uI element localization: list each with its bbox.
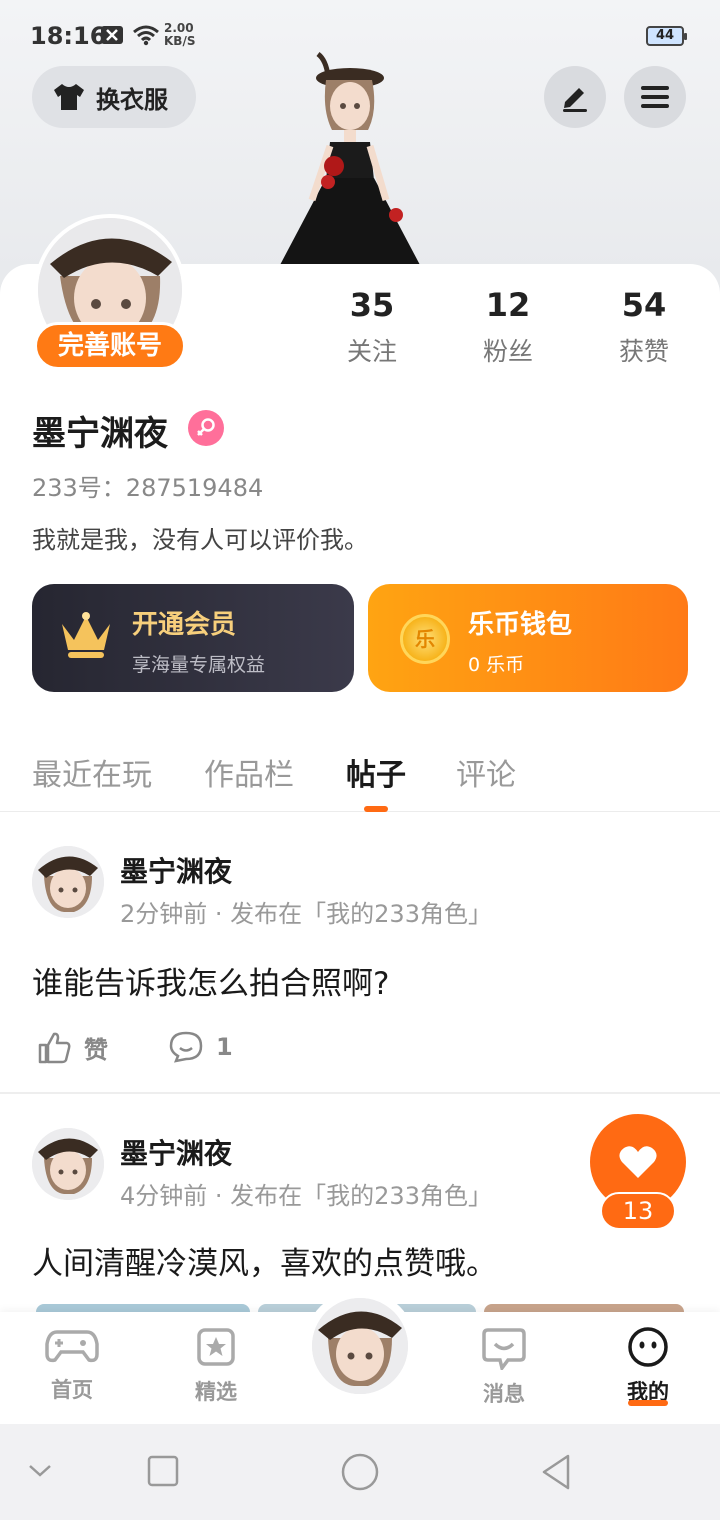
net-speed-unit: KB/S [164,34,196,48]
message-icon [482,1328,526,1372]
chevron-down-icon[interactable] [26,1460,54,1480]
avatar-character [280,52,420,265]
tab-posts[interactable]: 帖子 [346,750,406,794]
nav-me[interactable]: 我的 [598,1326,698,1406]
female-icon [188,410,224,446]
post-meta: 2分钟前 · 发布在「我的233角色」 [120,900,492,928]
recents-icon[interactable] [146,1454,180,1488]
center-avatar-image [312,1298,408,1394]
stat-likes[interactable]: 54 获赞 [574,286,714,368]
profile-stats: 35 关注 12 粉丝 54 获赞 [300,286,720,376]
thumbs-up-icon [38,1032,71,1063]
post-text: 谁能告诉我怎么拍合照啊? [32,966,390,1002]
nav-featured[interactable]: 精选 [166,1326,266,1406]
tab-works[interactable]: 作品栏 [204,750,294,794]
wifi-icon [133,25,159,46]
nav-messages-label: 消息 [483,1382,525,1406]
tab-comments[interactable]: 评论 [456,750,516,794]
stat-value: 12 [485,286,531,324]
menu-button[interactable] [624,66,686,128]
active-tab-indicator [364,806,388,812]
post-divider [0,1092,720,1094]
post-text: 人间清醒冷漠风，喜欢的点赞哦。 [32,1246,497,1282]
heart-icon [619,1146,657,1178]
gamepad-icon [45,1330,99,1363]
coin-icon: 乐 [400,614,450,664]
nav-messages[interactable]: 消息 [454,1326,554,1408]
crown-icon [62,612,110,658]
nav-home-label: 首页 [51,1378,93,1402]
vip-subtitle: 享海量专属权益 [132,654,266,676]
star-box-icon [197,1328,235,1366]
stat-label: 粉丝 [482,337,533,366]
home-circle-icon[interactable] [340,1452,380,1492]
stat-value: 35 [349,286,395,324]
tab-recent-play[interactable]: 最近在玩 [32,750,152,794]
wallet-title: 乐币钱包 [468,610,573,640]
like-label: 赞 [84,1036,108,1064]
nav-active-indicator [628,1400,668,1406]
profile-bio: 我就是我，没有人可以评价我。 [32,526,368,554]
center-avatar-button[interactable] [304,1290,416,1402]
change-outfit-label: 换衣服 [96,85,168,114]
stat-label: 关注 [346,337,397,366]
avatar-image [312,1298,408,1394]
gender-symbol-icon [197,418,215,436]
comment-button[interactable]: 1 [168,1030,233,1064]
post-author-name[interactable]: 墨宁渊夜 [120,850,232,890]
system-navigation-bar [0,1424,720,1520]
post-author-avatar[interactable] [32,846,104,918]
post-meta: 4分钟前 · 发布在「我的233角色」 [120,1182,492,1210]
nav-featured-label: 精选 [195,1380,237,1404]
post-author-avatar[interactable] [32,1128,104,1200]
profile-username: 墨宁渊夜 [32,414,168,454]
hamburger-icon [641,86,669,108]
stat-followers[interactable]: 12 粉丝 [438,286,578,368]
complete-account-button[interactable]: 完善账号 [34,322,186,370]
shirt-icon [54,84,84,110]
post-author-name[interactable]: 墨宁渊夜 [120,1132,232,1172]
vip-membership-card[interactable]: 开通会员 享海量专属权益 [32,584,354,692]
stat-label: 获赞 [618,337,669,366]
avatar-image [32,846,104,918]
change-outfit-button[interactable]: 换衣服 [32,66,196,128]
stat-following[interactable]: 35 关注 [302,286,442,368]
status-time: 18:16 [30,22,107,50]
back-triangle-icon[interactable] [538,1452,574,1492]
wallet-card[interactable]: 乐 乐币钱包 0 乐币 [368,584,688,692]
comment-icon [169,1031,203,1063]
vip-title: 开通会员 [132,610,237,640]
profile-uid: 233号：287519484 [32,474,264,502]
like-button[interactable]: 赞 [36,1030,108,1065]
nav-home[interactable]: 首页 [22,1326,122,1404]
profile-tabs: 最近在玩 作品栏 帖子 评论 [0,736,720,812]
net-speed: 2.00 KB/S [164,22,195,48]
pen-icon [563,88,587,112]
stat-value: 54 [621,286,667,324]
face-icon [628,1327,668,1367]
wallet-balance: 0 乐币 [468,654,525,676]
edit-button[interactable] [544,66,606,128]
comment-count: 1 [216,1033,233,1061]
notification-icon [101,26,123,44]
battery-indicator: 44 [646,26,687,46]
avatar-image [32,1128,104,1200]
floating-like-count: 13 [600,1192,676,1230]
